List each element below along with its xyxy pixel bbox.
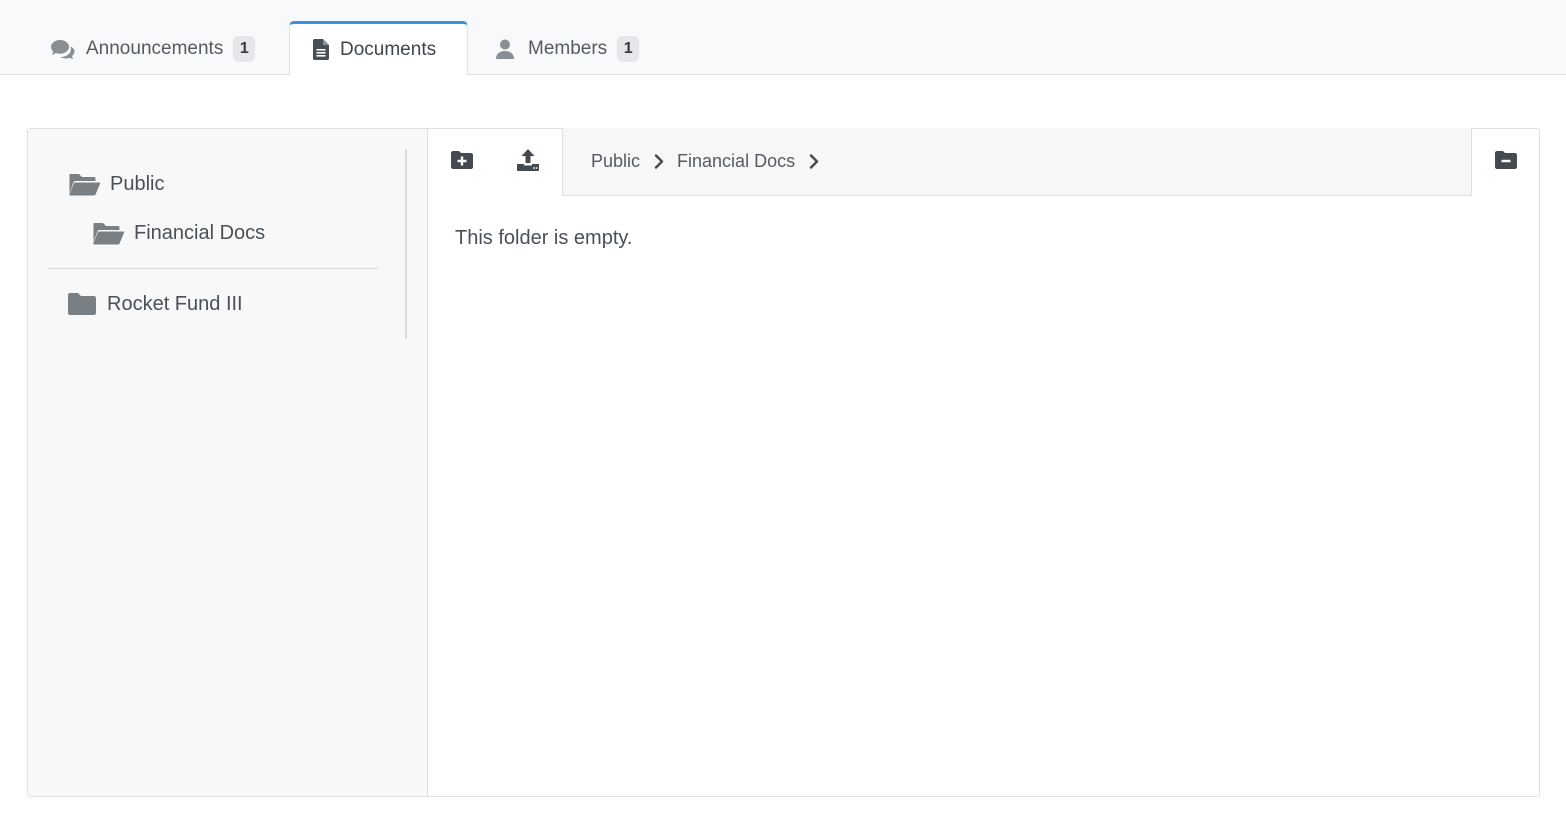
tree-item-label: Public xyxy=(110,172,165,195)
comments-icon xyxy=(50,38,76,60)
tab-label: Documents xyxy=(340,38,437,60)
folder-sidebar: Public Financial Docs Rocket Fund III xyxy=(28,129,428,796)
breadcrumb: Public Financial Docs xyxy=(562,128,1472,196)
new-folder-button[interactable] xyxy=(429,129,495,196)
upload-icon xyxy=(517,149,539,176)
tree-item-label: Rocket Fund III xyxy=(107,292,243,315)
tree-divider xyxy=(48,268,378,269)
folder-open-icon xyxy=(68,171,100,197)
tree-item-financial-docs[interactable]: Financial Docs xyxy=(92,220,265,246)
chevron-right-icon xyxy=(640,154,677,169)
tree-item-label: Financial Docs xyxy=(134,221,266,244)
file-text-icon xyxy=(312,39,330,61)
user-icon xyxy=(492,38,518,60)
folder-tree: Public Financial Docs Rocket Fund III xyxy=(48,149,378,339)
folder-open-icon xyxy=(92,220,124,246)
tree-item-public[interactable]: Public xyxy=(68,171,164,197)
folder-icon xyxy=(68,291,97,317)
folder-plus-icon xyxy=(451,151,473,174)
documents-panel: Public Financial Docs Rocket Fund III Pu… xyxy=(27,128,1540,797)
remove-folder-button[interactable] xyxy=(1473,129,1539,196)
tab-bar: Announcements 1 Documents Members 1 xyxy=(0,0,1566,76)
sidebar-divider xyxy=(405,149,407,339)
breadcrumb-item[interactable]: Financial Docs xyxy=(677,151,795,172)
count-badge: 1 xyxy=(617,35,640,62)
folder-minus-icon xyxy=(1495,151,1517,174)
tab-label: Announcements xyxy=(86,37,224,59)
tab-members[interactable]: Members 1 xyxy=(492,22,640,75)
chevron-right-icon xyxy=(795,154,832,169)
tab-documents[interactable]: Documents xyxy=(289,21,468,76)
count-badge: 1 xyxy=(233,35,256,62)
breadcrumb-item[interactable]: Public xyxy=(591,151,640,172)
empty-folder-message: This folder is empty. xyxy=(455,227,633,249)
tab-label: Members xyxy=(528,37,608,59)
tree-item-rocket-fund-iii[interactable]: Rocket Fund III xyxy=(68,291,243,317)
upload-button[interactable] xyxy=(495,129,561,196)
tab-announcements[interactable]: Announcements 1 xyxy=(50,22,256,75)
